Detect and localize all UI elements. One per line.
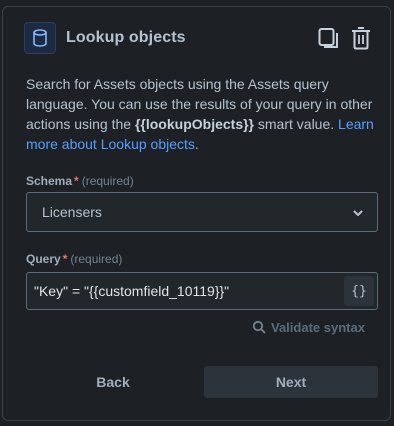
copy-icon[interactable] (316, 24, 342, 52)
schema-label-text: Schema (26, 174, 73, 188)
smart-value-braces-button[interactable]: {} (344, 276, 374, 306)
component-description: Search for Assets objects using the Asse… (26, 74, 376, 154)
query-label-text: Query (26, 252, 61, 266)
back-button[interactable]: Back (26, 366, 200, 398)
smart-value: {{lookupObjects}} (134, 116, 254, 132)
database-icon (24, 22, 56, 54)
schema-label: Schema * (required) (26, 174, 134, 188)
query-value: "Key" = "{{customfield_10119}}" (34, 283, 230, 299)
panel-title: Lookup objects (66, 29, 186, 46)
schema-select[interactable]: Licensers (26, 192, 378, 232)
chevron-down-icon (353, 210, 363, 216)
validate-syntax-button[interactable]: Validate syntax (252, 318, 365, 336)
query-input[interactable]: "Key" = "{{customfield_10119}}" {} (26, 272, 378, 310)
required-asterisk: * (74, 174, 79, 188)
query-label: Query * (required) (26, 252, 122, 266)
schema-value: Licensers (42, 204, 102, 220)
description-text-2: smart value. (254, 116, 339, 132)
trash-icon[interactable] (348, 24, 374, 52)
search-icon (252, 320, 266, 334)
required-text: (required) (70, 252, 123, 266)
validate-syntax-label: Validate syntax (271, 319, 365, 335)
next-button[interactable]: Next (204, 366, 378, 398)
required-asterisk: * (62, 252, 68, 266)
required-text: (required) (81, 174, 134, 188)
panel-header: Lookup objects (24, 22, 374, 56)
description-end: . (194, 136, 199, 152)
